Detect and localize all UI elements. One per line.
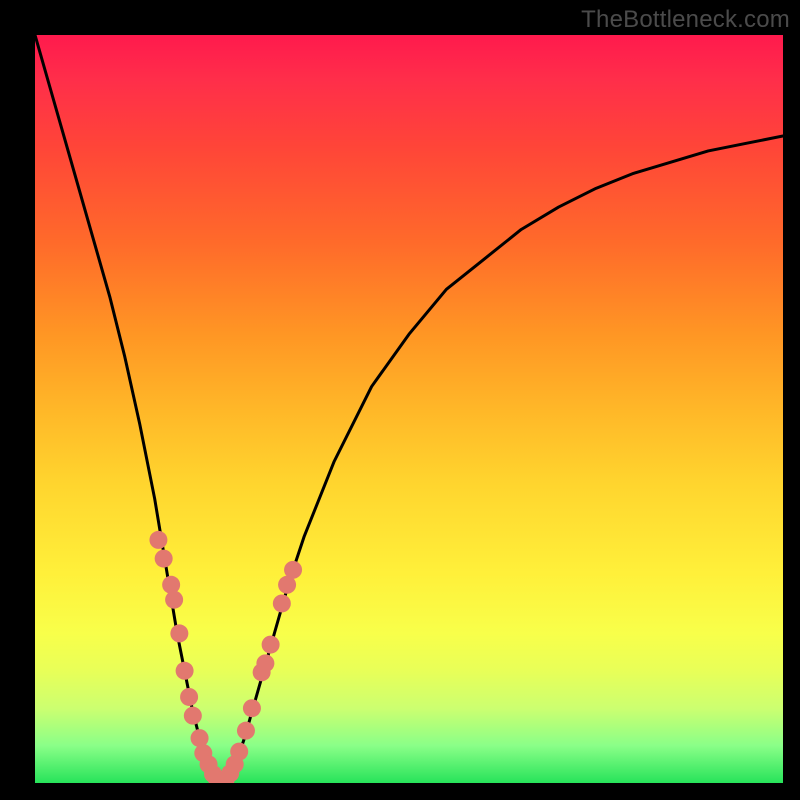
sample-dot [273,594,291,612]
sample-dot [149,531,167,549]
sample-dot [184,707,202,725]
sample-dot [170,624,188,642]
sample-dot [230,743,248,761]
sample-dot [165,591,183,609]
sample-dot [155,550,173,568]
plot-area [35,35,783,783]
sample-dot [256,654,274,672]
sample-dot [237,722,255,740]
sample-dot [180,688,198,706]
watermark-label: TheBottleneck.com [581,6,790,34]
sample-dots [149,531,302,783]
sample-dot [243,699,261,717]
sample-dot [191,729,209,747]
chart-frame: TheBottleneck.com [0,0,800,800]
curve-path [35,35,783,782]
sample-dot [176,662,194,680]
bottleneck-curve [35,35,783,782]
sample-dot [162,576,180,594]
curve-svg [35,35,783,783]
sample-dot [284,561,302,579]
sample-dot [262,636,280,654]
